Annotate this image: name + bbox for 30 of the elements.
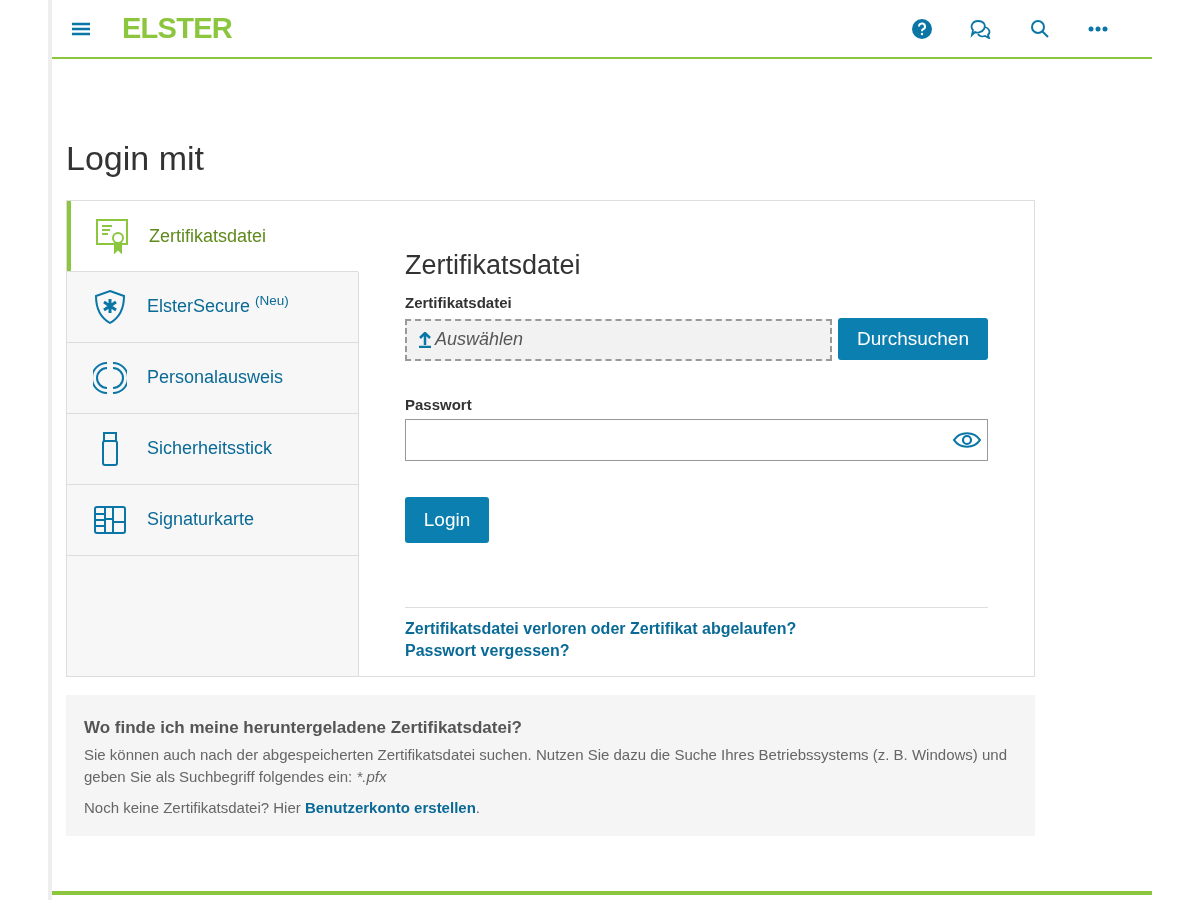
- chat-bubbles-icon[interactable]: [970, 18, 992, 39]
- login-button[interactable]: Login: [405, 497, 489, 544]
- circular-arrows-icon: [93, 359, 127, 396]
- file-pattern: *.pfx: [356, 768, 387, 785]
- login-method-tab[interactable]: Personalausweis: [67, 341, 358, 414]
- menu-icon[interactable]: [72, 21, 90, 36]
- password-field[interactable]: [405, 419, 988, 462]
- help-link[interactable]: Zertifikatsdatei verloren oder Zertifikat abgelaufen?: [405, 618, 797, 641]
- login-method-tab[interactable]: ElsterSecure $^{(Neu)}$: [67, 270, 358, 343]
- info-title: Wo finde ich meine heruntergeladene Zertifikatsdatei?: [84, 716, 523, 739]
- browse-button[interactable]: Durchsuchen: [838, 317, 988, 360]
- file-drop-field[interactable]: Auswählen: [405, 318, 832, 361]
- form-title: Zertifikatsdatei: [405, 248, 582, 282]
- field-label: Zertifikatsdatei: [405, 293, 513, 314]
- page-title: Login mit: [66, 138, 205, 179]
- register-link[interactable]: Benutzerkonto erstellen: [304, 799, 476, 816]
- shield-asterisk-icon: [93, 288, 127, 325]
- help-link[interactable]: Passwort vergessen?: [405, 640, 570, 663]
- field-label: Passwort: [405, 394, 473, 415]
- certificate-icon: [95, 218, 129, 254]
- register-text: Noch keine Zertifikatsdatei? Hier Benutzerkonto erstellen.: [84, 798, 481, 818]
- login-method-tab[interactable]: Zertifikatsdatei: [67, 200, 359, 272]
- info-text: Sie können auch nach der abgespeicherten Zertifikatsdatei suchen. Nutzen Sie dazu die Suche Ihres Betriebssystems (z. B. Windows) und geben Sie als Suchbegriff folgendes ein: *.pfx: [84, 745, 1008, 787]
- login-method-tab[interactable]: Sicherheitsstick: [67, 412, 358, 485]
- upload-arrow-icon: [419, 331, 431, 348]
- login-method-tab[interactable]: Signaturkarte: [67, 483, 358, 556]
- eye-icon[interactable]: [953, 431, 981, 450]
- help-icon[interactable]: [912, 18, 932, 39]
- more-icon[interactable]: [1088, 25, 1108, 32]
- search-icon[interactable]: [1030, 18, 1050, 39]
